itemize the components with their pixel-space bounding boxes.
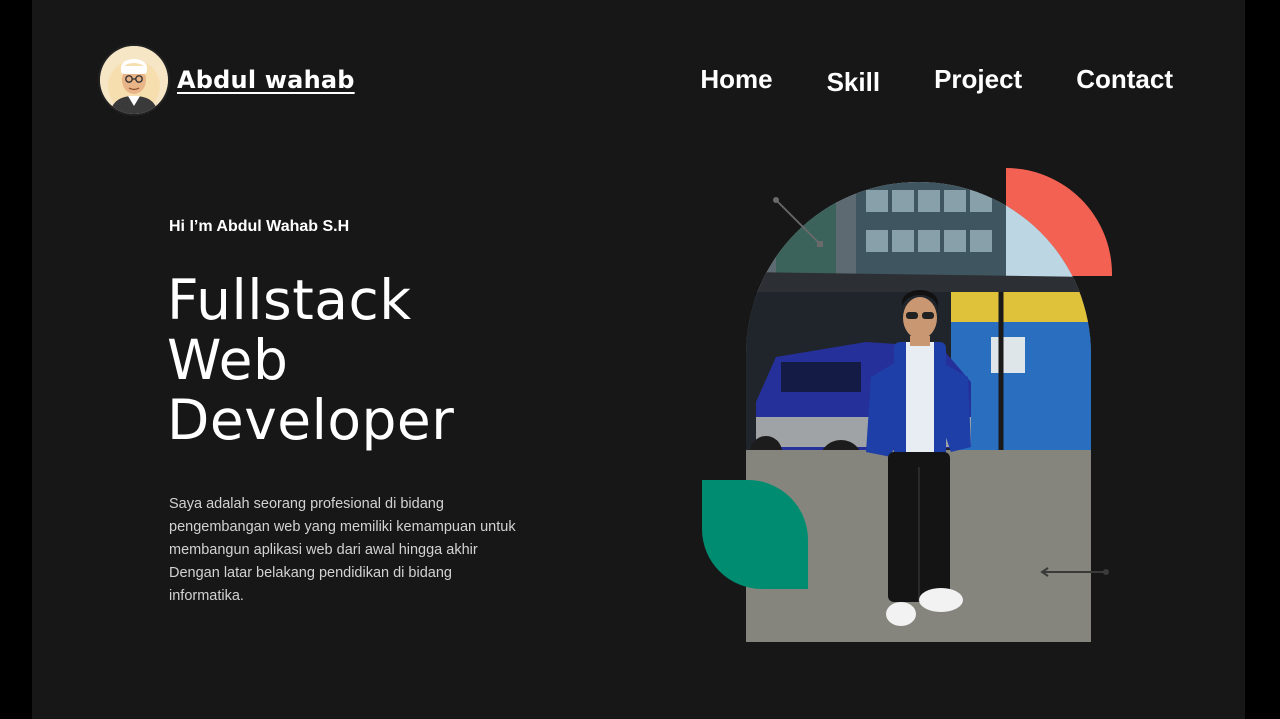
decorative-arrow-icon (1040, 567, 1109, 577)
hero-greeting: Hi I’m Abdul Wahab S.H (169, 218, 350, 235)
hero-title-line: Developer (167, 388, 455, 452)
page: Abdul wahab Home Skill Project Contact H… (32, 0, 1245, 719)
nav-skill[interactable]: Skill (827, 67, 880, 98)
hero-title: Fullstack Web Developer (167, 270, 454, 450)
nav-contact[interactable]: Contact (1076, 64, 1173, 95)
hero-title-line: Web (167, 328, 289, 392)
brand[interactable]: Abdul wahab (100, 46, 355, 114)
nav-home[interactable]: Home (700, 64, 772, 95)
nav-project[interactable]: Project (934, 64, 1022, 95)
main-nav: Home Skill Project Contact (700, 64, 1173, 98)
hero-description: Saya adalah seorang profesional di bidan… (169, 496, 516, 604)
person-avatar-icon (100, 46, 168, 114)
brand-name[interactable]: Abdul wahab (177, 66, 355, 94)
decorative-line-icon (773, 197, 823, 247)
hero-title-line: Fullstack (167, 268, 412, 332)
